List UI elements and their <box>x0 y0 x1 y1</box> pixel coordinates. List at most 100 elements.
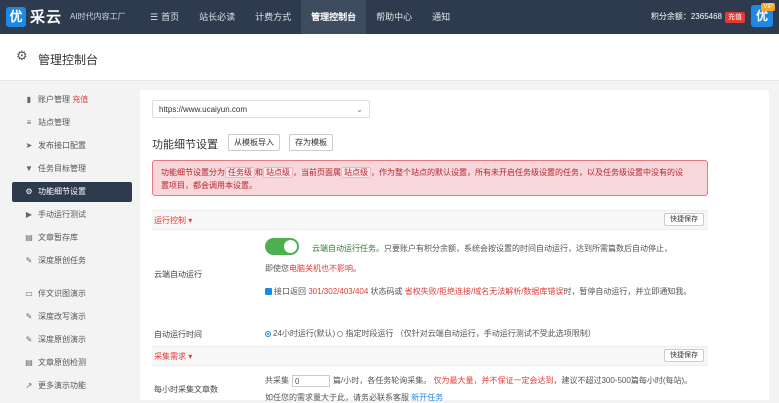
text-red: 仅为最大量，并不保证一定会达到 <box>433 376 554 386</box>
filter-icon: ▼ <box>25 164 33 173</box>
nav-pricing[interactable]: 计费方式 <box>245 0 301 34</box>
quick-save-button[interactable]: 快捷保存 <box>664 213 704 226</box>
sidebar-item-label: 伴文识图演示 <box>38 289 86 298</box>
alert-text: ，作为整个站点的默认设置，所有未开启任务级设置的任务，以及任务级设置中没有的设 <box>371 168 683 177</box>
text-red: 电脑关机也不影响 <box>289 264 353 273</box>
text: 即使您 <box>265 264 289 273</box>
text: 接口返回 <box>274 287 306 296</box>
nav-home[interactable]: ☰ 首页 <box>140 0 189 34</box>
balance-text: 积分余额：2365468 <box>650 12 722 21</box>
play-icon: ▶ <box>25 210 33 219</box>
cloud-run-desc-rest: 只要账户有积分余额，系统会按设置的时间自动运行，达到所需篇数后自动停止， <box>384 244 672 253</box>
hourly-collect-label: 每小时采集文章数 <box>154 385 218 394</box>
section-title: 功能细节设置 <box>152 139 218 151</box>
sidebar-item-manual-run[interactable]: ▶ 手动运行测试 <box>12 205 132 225</box>
text: 共采集 <box>265 376 289 386</box>
edit-icon: ✎ <box>25 256 33 265</box>
radio-24h-label[interactable]: 24小时运行(默认) <box>273 329 335 338</box>
quick-save-button[interactable]: 快捷保存 <box>664 349 704 362</box>
run-time-label: 自动运行时间 <box>154 330 202 339</box>
sliders-icon: ≡ <box>26 118 32 127</box>
import-template-button[interactable]: 从模板导入 <box>228 134 280 151</box>
menu-icon: ☰ <box>150 12 159 22</box>
document-icon: ▤ <box>25 358 33 367</box>
sidebar-recharge-link[interactable]: 充值 <box>72 95 88 104</box>
hourly-collect-row: 共采集 0 篇/小时，各任务轮询采集。 仅为最大量，并不保证一定会达到，建议不超过3… <box>265 375 692 387</box>
sidebar-item-label: 手动运行测试 <box>38 210 86 219</box>
run-time-note: （仅针对云端自动运行，手动运行测试不受此选项限制） <box>395 329 596 338</box>
nav-notice[interactable]: 通知 <box>422 0 460 34</box>
toggle-knob <box>284 240 297 253</box>
radio-scheduled-label[interactable]: 指定时段运行 <box>345 329 393 338</box>
sidebar-item-tasks[interactable]: ▼ 任务目标管理 <box>12 159 132 179</box>
page-header: ⚙ 管理控制台 <box>0 34 779 81</box>
save-template-button[interactable]: 存为模板 <box>289 134 333 151</box>
sidebar-item-drafts[interactable]: ▤ 文章暂存库 <box>12 228 132 248</box>
checkbox-checked[interactable] <box>265 288 272 296</box>
run-time-options: 24小时运行(默认) 指定时段运行 （仅针对云端自动运行，手动运行测试不受此选项… <box>265 328 596 339</box>
collect-title[interactable]: 采集需求 ▾ <box>154 351 192 362</box>
cloud-run-desc-green: 云端自动运行任务。 <box>312 244 384 253</box>
main-content: https://www.ucaiyun.com ⌄ 功能细节设置 从模板导入 存… <box>140 90 769 403</box>
balance-area: 积分余额：2365468 充值 <box>651 0 745 34</box>
radio-scheduled[interactable] <box>337 330 344 337</box>
collect-bar: 采集需求 ▾ 快捷保存 <box>152 346 708 366</box>
text: 状态码或 <box>370 287 403 296</box>
nav-help[interactable]: 帮助中心 <box>366 0 422 34</box>
radio-24h[interactable] <box>265 330 271 337</box>
sidebar-item-demo-rewrite[interactable]: ✎ 深度改写演示 <box>12 307 132 327</box>
sidebar-item-demo-image[interactable]: ▭ 伴文识图演示 <box>12 284 132 304</box>
logo[interactable]: 优 采云 AI时代内容工厂 <box>6 6 126 27</box>
top-navbar: 优 采云 AI时代内容工厂 ☰ 首页 站长必读 计费方式 管理控制台 帮助中心 通… <box>0 0 779 34</box>
alert-tag-site: 站点级 <box>263 167 293 178</box>
nav-console[interactable]: 管理控制台 <box>301 0 367 34</box>
alert-tag-current: 站点级 <box>341 167 371 178</box>
desktop-icon: ▭ <box>25 289 33 298</box>
sidebar-item-label: 站点管理 <box>38 118 70 127</box>
sidebar: ▮ 账户管理 充值 ≡ 站点管理 ➤ 发布接口配置 ▼ 任务目标管理 ⚙ 功能细节设置 ▶… <box>12 90 132 399</box>
text: 篇/小时，各任务轮询采集。 <box>333 376 432 386</box>
logo-badge: 优 <box>6 6 26 27</box>
sidebar-item-more-demos[interactable]: ↗ 更多演示功能 <box>12 376 132 396</box>
sidebar-item-label: 文章原创检测 <box>38 358 86 367</box>
run-control-title[interactable]: 运行控制 ▾ <box>154 215 192 226</box>
hourly-count-input[interactable]: 0 <box>292 375 330 387</box>
hourly-collect-line2: 如任您的需求量大于此，请务必联系客服 新开任务 <box>265 392 443 403</box>
sidebar-item-demo-original[interactable]: ✎ 深度原创演示 <box>12 330 132 350</box>
sidebar-item-label: 功能细节设置 <box>38 187 86 196</box>
main-nav: ☰ 首页 站长必读 计费方式 管理控制台 帮助中心 通知 <box>140 0 460 34</box>
edit-icon: ✎ <box>25 335 33 344</box>
send-icon: ➤ <box>25 141 33 150</box>
sidebar-item-label: 任务目标管理 <box>38 164 86 173</box>
chevron-down-icon: ⌄ <box>356 105 363 114</box>
nav-home-label: 首页 <box>161 12 180 22</box>
sidebar-item-originality-check[interactable]: ▤ 文章原创检测 <box>12 353 132 373</box>
recharge-button[interactable]: 充值 <box>725 12 745 23</box>
document-icon: ▤ <box>25 233 33 242</box>
new-task-link[interactable]: 新开任务 <box>411 393 443 402</box>
logo-slogan: AI时代内容工厂 <box>70 12 126 21</box>
page-title: 管理控制台 <box>38 53 99 67</box>
status-codes: 301/302/403/404 <box>308 287 369 296</box>
sidebar-item-settings[interactable]: ⚙ 功能细节设置 <box>12 182 132 202</box>
logo-name: 采云 <box>30 9 63 26</box>
share-icon: ↗ <box>25 381 33 390</box>
cloud-run-toggle[interactable] <box>265 238 299 255</box>
text: 如任您的需求量大于此，请务必联系客服 <box>265 393 409 402</box>
interface-notify-option[interactable]: 接口返回 301/302/403/404 状态码或 省权失败/拒绝连接/域名无法… <box>265 286 691 297</box>
gears-icon: ⚙ <box>25 187 33 196</box>
sidebar-item-label: 更多演示功能 <box>38 381 86 390</box>
sidebar-item-publish[interactable]: ➤ 发布接口配置 <box>12 136 132 156</box>
sidebar-item-sites[interactable]: ≡ 站点管理 <box>12 113 132 133</box>
sidebar-item-account[interactable]: ▮ 账户管理 充值 <box>12 90 132 110</box>
info-alert: 功能细节设置分为 任务级和站点级 ，当前页面属 站点级 ，作为整个站点的默认设置，所有未… <box>152 160 708 196</box>
cloud-run-desc-line2: 即使您电脑关机也不影响。 <box>265 263 361 274</box>
alert-text: 置项目，都会调用本设置。 <box>161 181 257 190</box>
sidebar-item-label: 深度原创演示 <box>38 335 86 344</box>
site-url-select[interactable]: https://www.ucaiyun.com ⌄ <box>152 100 370 118</box>
sidebar-item-deep-original[interactable]: ✎ 深度原创任务 <box>12 251 132 271</box>
vip-badge: VIP <box>761 3 775 11</box>
bar-chart-icon: ▮ <box>26 95 32 104</box>
alert-tag-task: 任务级 <box>225 167 255 178</box>
nav-must-read[interactable]: 站长必读 <box>189 0 245 34</box>
